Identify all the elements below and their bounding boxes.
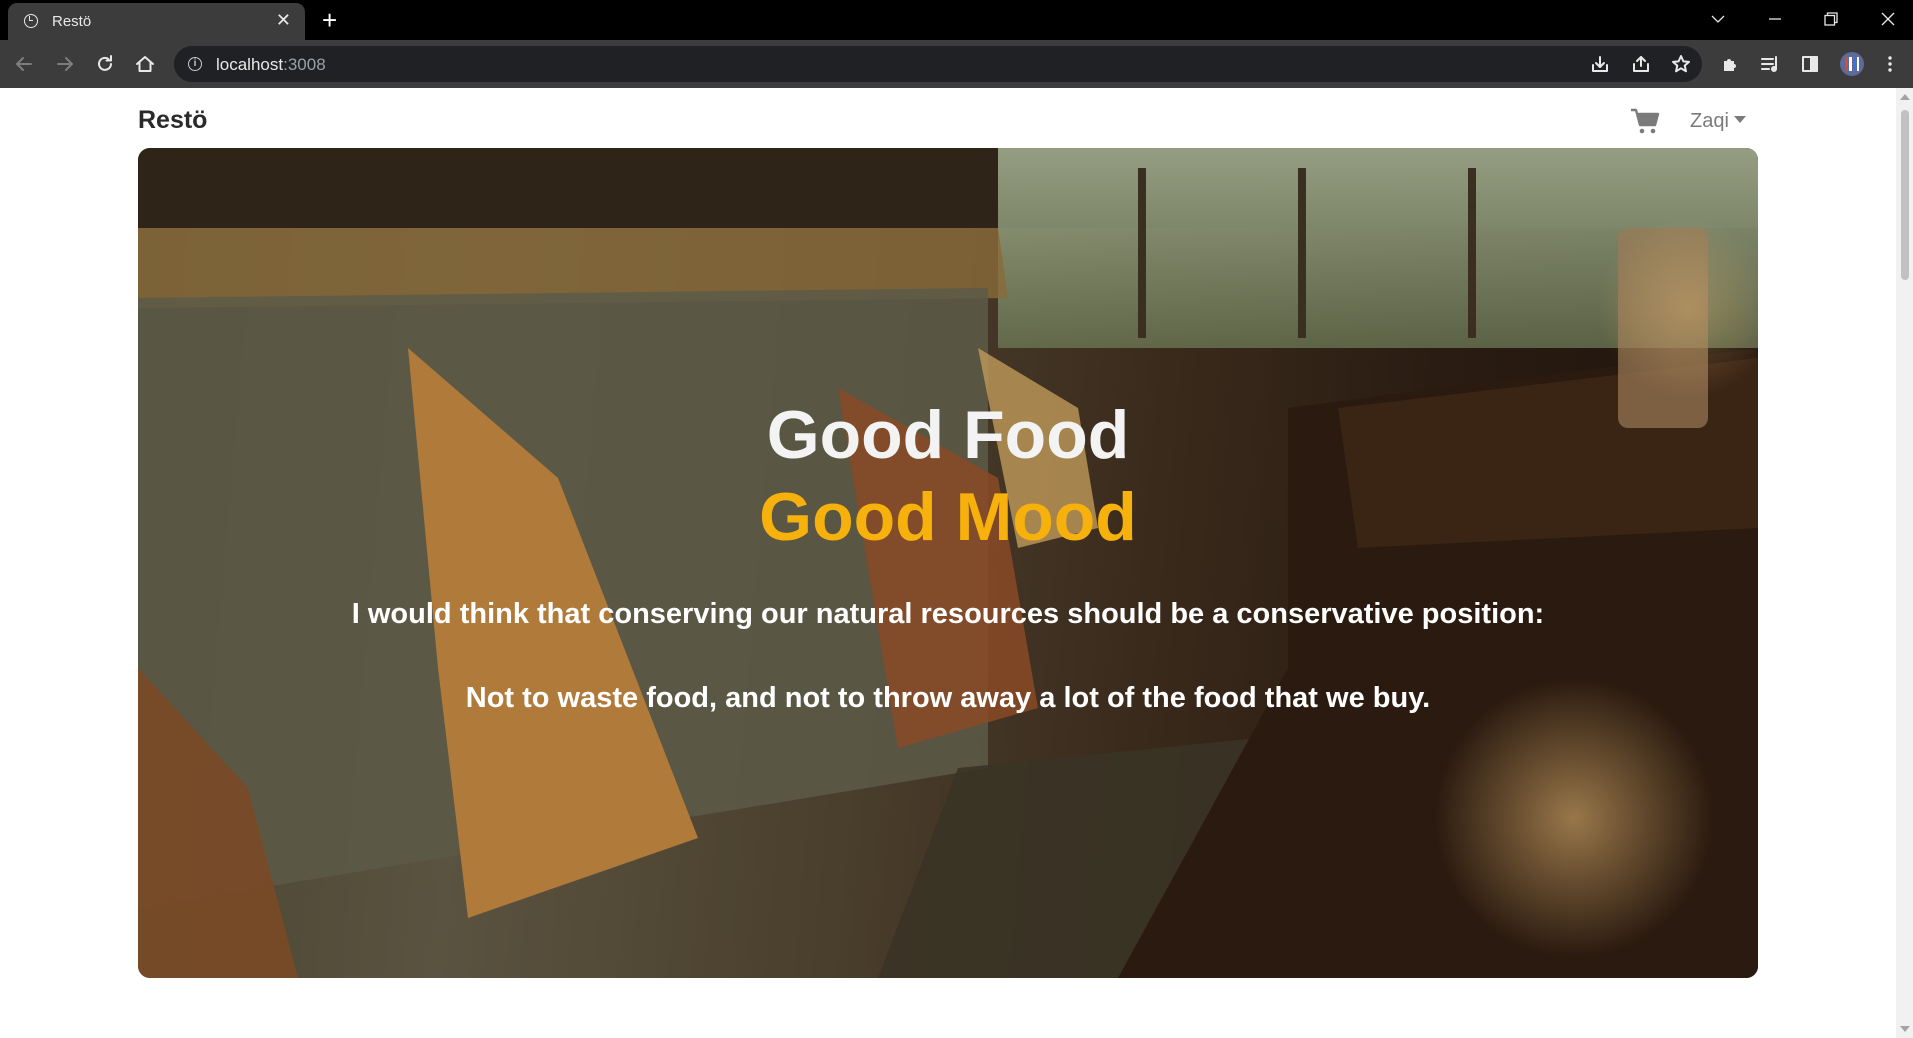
hero-title-line1: Good Food bbox=[766, 397, 1130, 473]
cart-icon[interactable] bbox=[1630, 106, 1660, 136]
star-icon[interactable] bbox=[1669, 52, 1693, 76]
scrollbar-thumb[interactable] bbox=[1901, 110, 1909, 280]
hero-banner: Good Food Good Mood I would think that c… bbox=[138, 148, 1758, 978]
home-icon[interactable] bbox=[133, 52, 157, 76]
hero-quote-line2: Not to waste food, and not to throw away… bbox=[465, 682, 1431, 714]
download-icon[interactable] bbox=[1588, 52, 1612, 76]
kebab-menu-icon[interactable] bbox=[1878, 52, 1902, 76]
browser-tab[interactable]: Restö ✕ bbox=[8, 3, 305, 40]
minimize-icon[interactable] bbox=[1750, 0, 1800, 38]
forward-arrow-icon[interactable] bbox=[53, 52, 77, 76]
browser-tab-strip: Restö ✕ + bbox=[0, 0, 1913, 40]
close-window-icon[interactable] bbox=[1863, 0, 1913, 38]
caret-down-icon bbox=[1733, 116, 1746, 123]
navbar-brand[interactable]: Restö bbox=[138, 106, 207, 135]
address-url: localhost:3008 bbox=[216, 55, 326, 74]
media-icon[interactable] bbox=[1758, 52, 1782, 76]
plus-icon[interactable]: + bbox=[322, 4, 337, 36]
profile-icon[interactable] bbox=[1838, 52, 1866, 76]
tab-title: Restö bbox=[52, 13, 92, 30]
close-icon[interactable]: ✕ bbox=[276, 10, 291, 30]
user-dropdown[interactable]: Zaqi bbox=[1690, 110, 1746, 133]
scroll-down-arrow-icon[interactable] bbox=[1900, 1026, 1910, 1032]
share-icon[interactable] bbox=[1629, 52, 1653, 76]
scroll-up-arrow-icon[interactable] bbox=[1900, 94, 1910, 100]
puzzle-icon[interactable] bbox=[1718, 52, 1742, 76]
hero-text-block: Good Food Good Mood I would think that c… bbox=[138, 148, 1758, 978]
page-scrollbar[interactable] bbox=[1896, 88, 1913, 1038]
sidepanel-icon[interactable] bbox=[1798, 52, 1822, 76]
chevron-down-icon[interactable] bbox=[1693, 0, 1743, 38]
page-viewport: Restö Zaqi Good Food Good Mood I would t… bbox=[0, 88, 1896, 1038]
back-arrow-icon[interactable] bbox=[12, 52, 36, 76]
clock-favicon-icon bbox=[24, 14, 38, 28]
info-icon[interactable]: i bbox=[188, 57, 202, 71]
hero-title-line2: Good Mood bbox=[759, 479, 1137, 555]
user-name: Zaqi bbox=[1690, 110, 1729, 132]
browser-toolbar: i localhost:3008 bbox=[0, 40, 1913, 88]
address-bar[interactable]: i localhost:3008 bbox=[174, 46, 1702, 82]
hero-quote-line1: I would think that conserving our natura… bbox=[351, 598, 1545, 630]
reload-icon[interactable] bbox=[93, 52, 117, 76]
restore-icon[interactable] bbox=[1806, 0, 1856, 38]
